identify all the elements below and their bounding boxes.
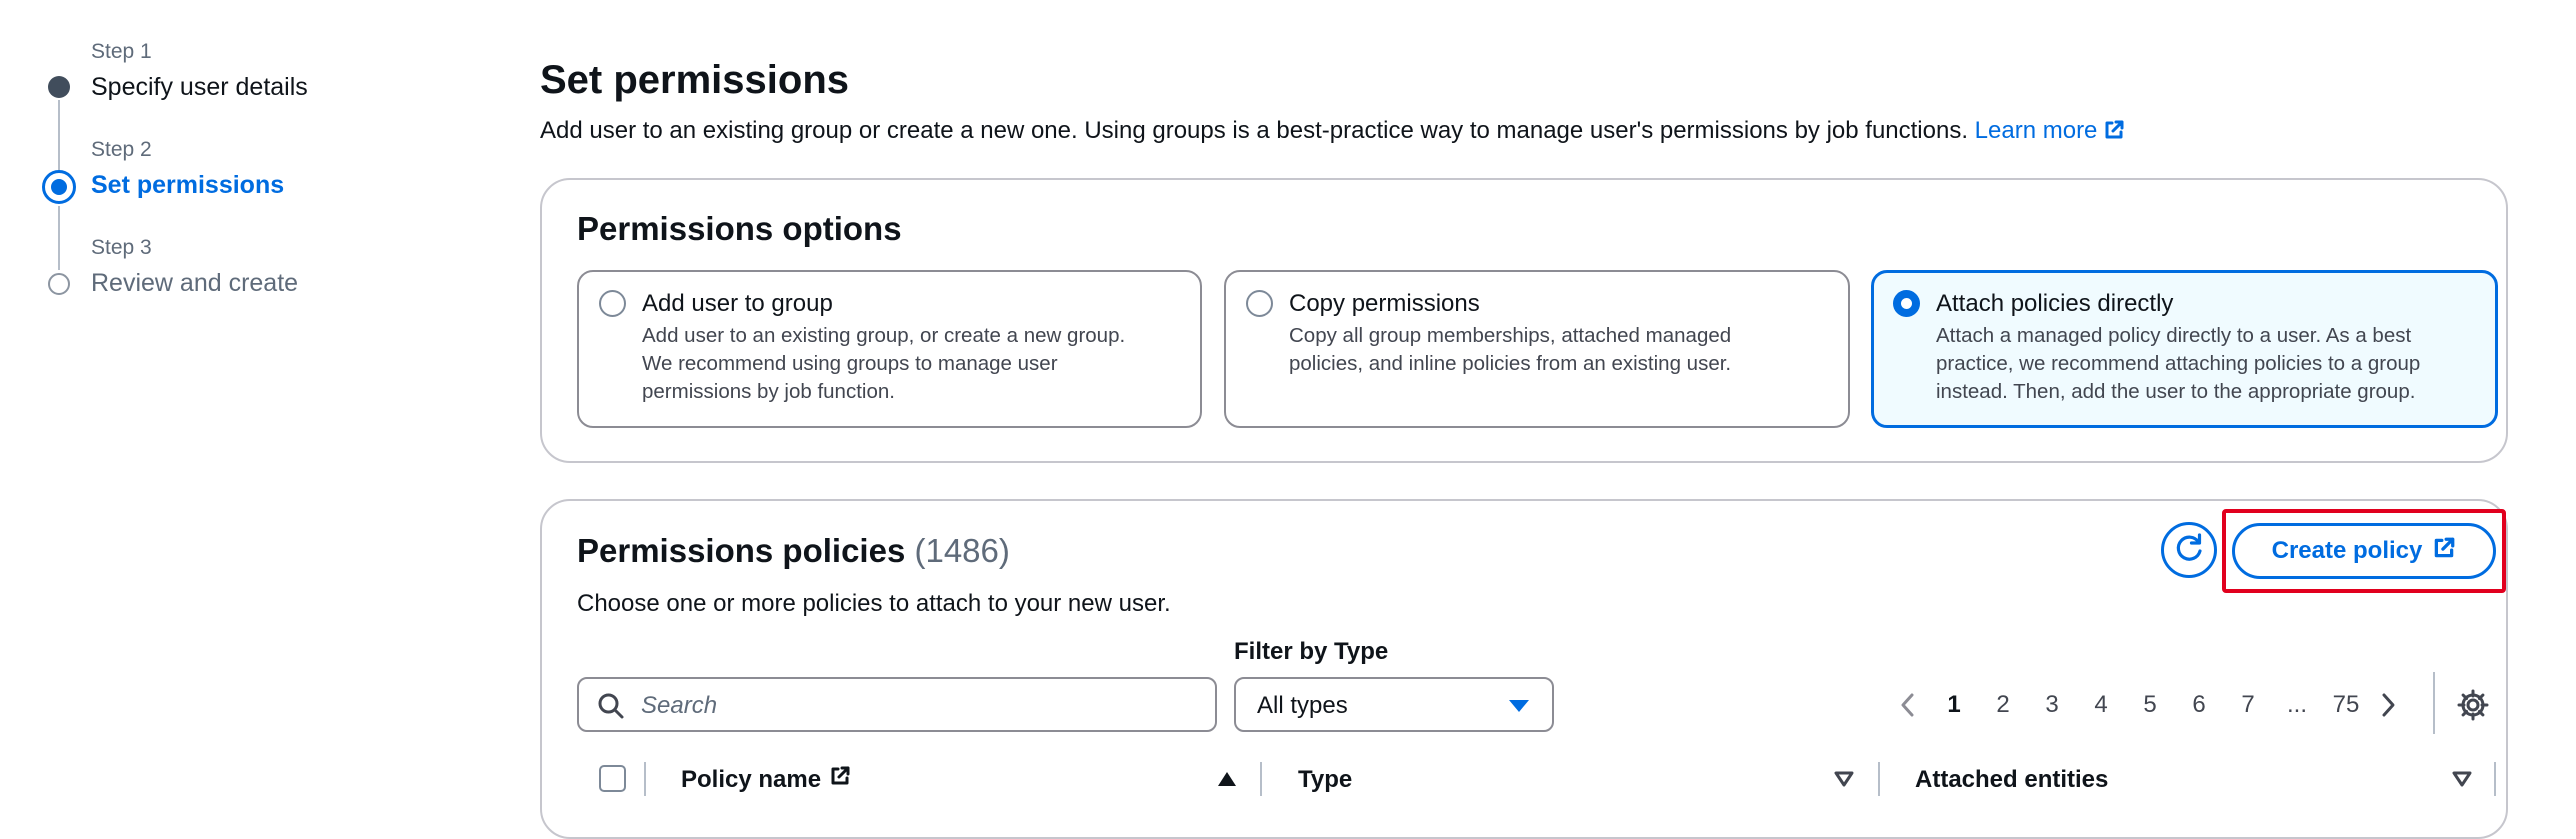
table-preferences-button[interactable] (2456, 688, 2490, 727)
option-title: Add user to group (642, 290, 833, 317)
external-link-icon (2432, 536, 2456, 567)
gear-icon (2456, 689, 2490, 726)
step-2-label: Step 2 (91, 138, 152, 161)
page-ellipsis: ... (2286, 691, 2307, 718)
page-4[interactable]: 4 (2081, 691, 2121, 719)
column-attached-entities[interactable]: Attached entities (1915, 766, 2108, 794)
policies-count: (1486) (914, 532, 1010, 569)
pagination: 1 2 3 4 5 6 7 ... 75 (1890, 688, 2406, 722)
step-3-pending-dot (48, 273, 70, 295)
option-description: Copy all group memberships, attached man… (1289, 324, 1732, 375)
step-1-complete-dot (48, 76, 70, 98)
filter-by-type-label: Filter by Type (1234, 638, 1389, 665)
external-link-icon (829, 765, 851, 794)
column-divider (1878, 762, 1880, 796)
page-7[interactable]: 7 (2228, 691, 2268, 719)
option-description: Attach a managed policy directly to a us… (1936, 324, 2421, 403)
radio-add-user-to-group[interactable] (599, 290, 626, 317)
radio-attach-policies-directly[interactable] (1893, 290, 1920, 317)
column-divider (644, 762, 646, 796)
column-policy-name-label: Policy name (681, 765, 822, 793)
step-connector (58, 206, 60, 270)
page-6[interactable]: 6 (2179, 691, 2219, 719)
permissions-options-title: Permissions options (577, 210, 902, 247)
page-5[interactable]: 5 (2130, 691, 2170, 719)
radio-copy-permissions[interactable] (1246, 290, 1273, 317)
step-2-current-indicator (42, 170, 76, 204)
previous-page-icon[interactable] (1890, 692, 1926, 718)
page-title: Set permissions (540, 58, 850, 102)
page-description: Add user to an existing group or create … (540, 117, 2125, 148)
refresh-button[interactable] (2161, 522, 2217, 578)
column-type[interactable]: Type (1298, 766, 1352, 794)
caret-down-icon (1509, 700, 1529, 712)
search-icon (597, 692, 625, 725)
step-3-title: Review and create (91, 269, 299, 297)
external-link-icon (2103, 119, 2125, 148)
sort-ascending-icon[interactable] (1218, 772, 1236, 786)
pagination-divider (2433, 672, 2435, 734)
search-placeholder: Search (641, 692, 718, 719)
option-title: Copy permissions (1289, 290, 1480, 317)
column-divider (1260, 762, 1262, 796)
option-title: Attach policies directly (1936, 290, 2174, 317)
page-75[interactable]: 75 (2326, 691, 2366, 719)
step-3-label: Step 3 (91, 236, 152, 259)
learn-more-label: Learn more (1974, 117, 2098, 144)
filter-type-select[interactable]: All types (1234, 677, 1554, 732)
next-page-icon[interactable] (2370, 692, 2406, 718)
refresh-icon (2172, 531, 2206, 570)
step-1-title[interactable]: Specify user details (91, 73, 308, 102)
sort-icon[interactable] (2451, 770, 2473, 793)
filter-type-value: All types (1257, 692, 1348, 719)
create-policy-label: Create policy (2271, 537, 2423, 564)
step-1-label: Step 1 (91, 40, 152, 63)
learn-more-link[interactable]: Learn more (1975, 117, 2126, 144)
policies-description: Choose one or more policies to attach to… (577, 590, 1171, 617)
option-add-user-to-group[interactable]: Add user to group Add user to an existin… (577, 270, 1202, 428)
option-attach-policies-directly[interactable]: Attach policies directly Attach a manage… (1871, 270, 2498, 428)
option-copy-permissions[interactable]: Copy permissions Copy all group membersh… (1224, 270, 1850, 428)
column-divider (2494, 762, 2496, 796)
step-2-title: Set permissions (91, 171, 285, 199)
page-2[interactable]: 2 (1983, 691, 2023, 719)
permissions-policies-title: Permissions policies (1486) (577, 532, 1010, 569)
select-all-checkbox[interactable] (599, 765, 626, 792)
search-input[interactable]: Search (577, 677, 1217, 732)
column-policy-name[interactable]: Policy name (681, 765, 851, 794)
page-1[interactable]: 1 (1934, 691, 1974, 719)
description-text: Add user to an existing group or create … (540, 117, 1968, 144)
step-connector (58, 100, 60, 170)
option-description: Add user to an existing group, or create… (642, 324, 1126, 403)
create-policy-button[interactable]: Create policy (2232, 523, 2496, 579)
page-3[interactable]: 3 (2032, 691, 2072, 719)
sort-icon[interactable] (1833, 770, 1855, 793)
